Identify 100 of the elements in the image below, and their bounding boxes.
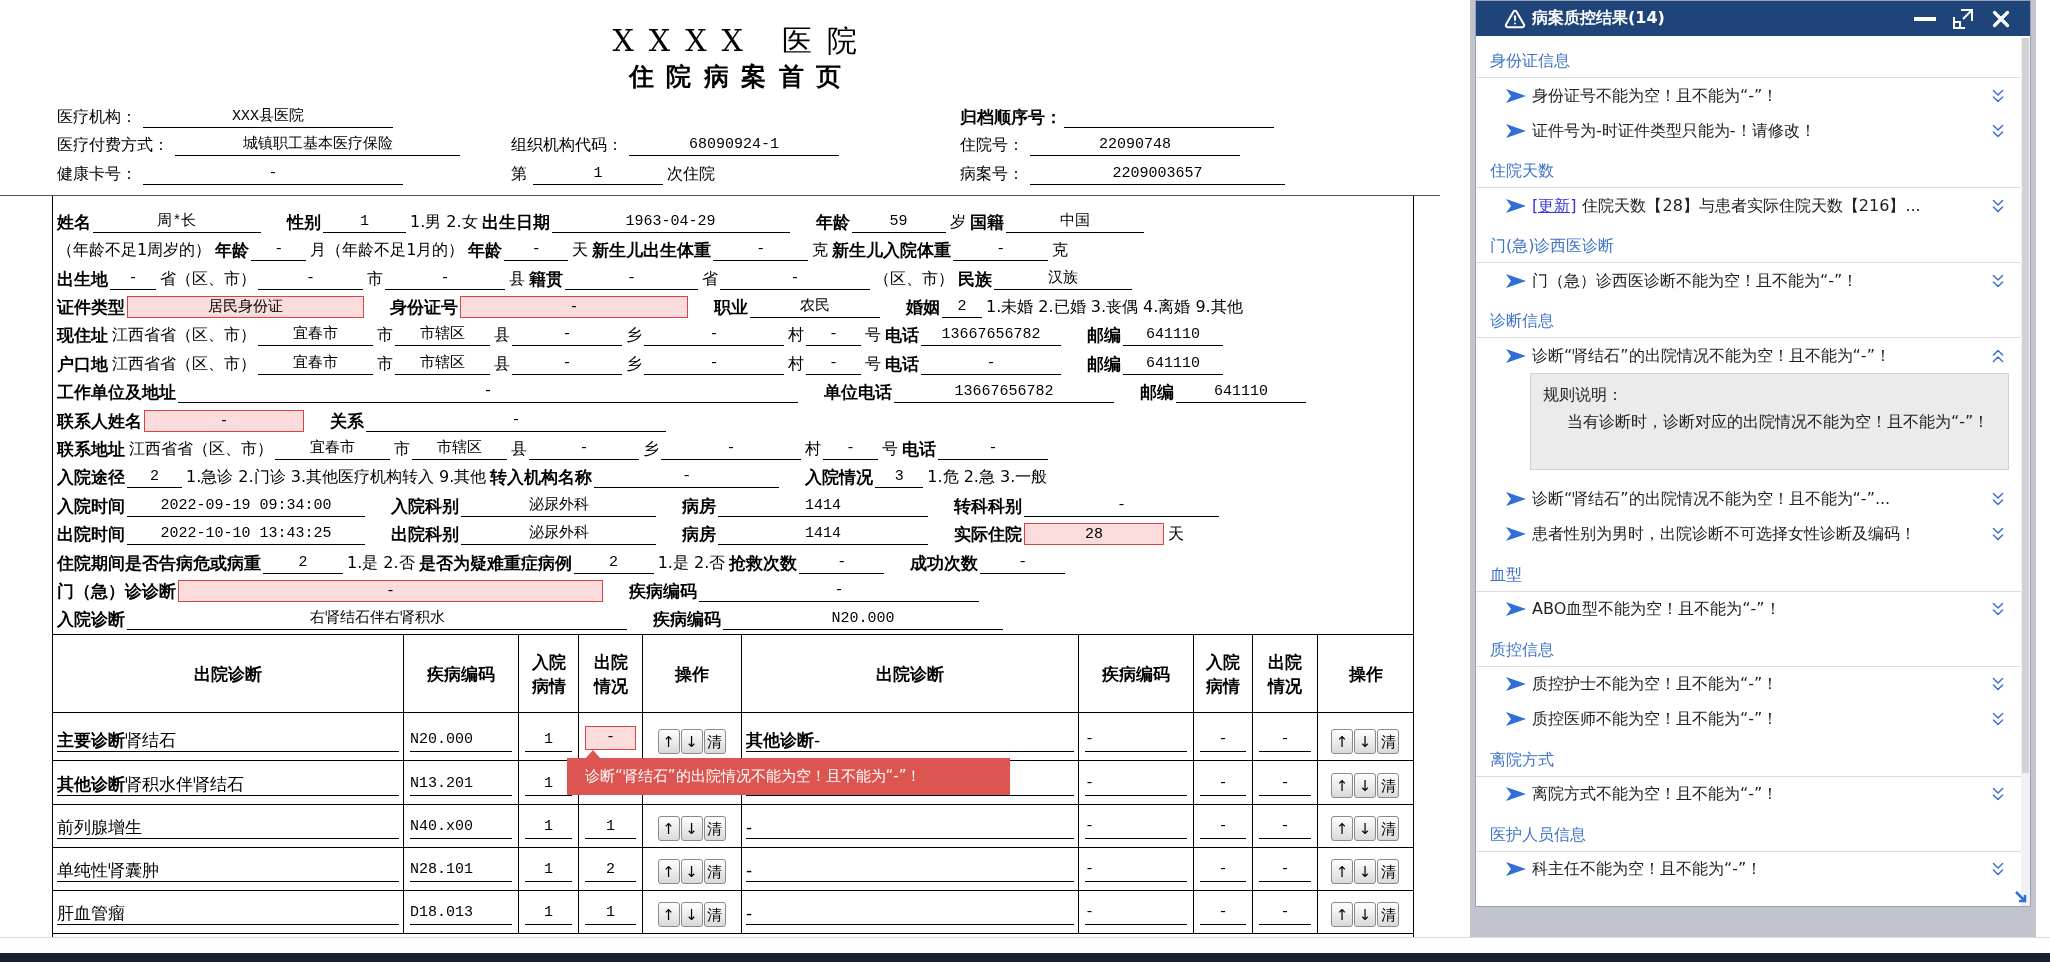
admission-value[interactable]: 1	[525, 859, 572, 883]
qc-message[interactable]: 离院方式不能为空！且不能为“-”！	[1532, 780, 1979, 808]
form-field[interactable]: 2	[263, 551, 343, 574]
admission-value[interactable]: 1	[525, 902, 572, 926]
discharge-value[interactable]: -	[1259, 859, 1311, 883]
row-action-button[interactable]: 清	[1377, 816, 1399, 842]
qc-message[interactable]: 科主任不能为空！且不能为“-”！	[1532, 855, 1979, 883]
row-action-button[interactable]: 清	[703, 729, 726, 755]
form-field[interactable]: 宜春市	[275, 438, 390, 460]
code-value[interactable]: D18.013	[410, 902, 512, 926]
form-field[interactable]: XXX县医院	[143, 105, 393, 128]
scrollbar-thumb[interactable]	[2022, 38, 2029, 773]
code-value[interactable]: N40.x00	[410, 816, 512, 840]
form-field[interactable]: 宜春市	[258, 324, 373, 347]
form-field[interactable]: 居民身份证	[127, 296, 364, 319]
form-field[interactable]: 2209003657	[1030, 162, 1285, 185]
row-action-button[interactable]: 清	[703, 816, 726, 842]
admission-value[interactable]: -	[1200, 902, 1246, 926]
row-action-button[interactable]: ↑	[657, 729, 680, 755]
discharge-value[interactable]: -	[1259, 773, 1311, 797]
code-value[interactable]: -	[1085, 773, 1187, 797]
row-action-button[interactable]: 清	[703, 859, 726, 885]
code-value[interactable]: -	[1085, 729, 1187, 753]
row-action-button[interactable]: ↓	[1354, 859, 1376, 885]
form-field[interactable]: -	[110, 267, 156, 290]
row-action-button[interactable]: 清	[1377, 773, 1399, 799]
row-action-button[interactable]: 清	[703, 902, 726, 928]
code-value[interactable]: N13.201	[410, 773, 512, 797]
form-field[interactable]: 3	[875, 466, 924, 489]
form-field[interactable]: -	[921, 352, 1061, 375]
qc-message[interactable]: ABO血型不能为空！且不能为“-”！	[1532, 595, 1979, 623]
form-field[interactable]: 2	[127, 466, 182, 489]
diagnosis-value[interactable]: 其他诊断肾积水伴肾结石	[57, 773, 399, 797]
admission-value[interactable]: -	[1200, 816, 1246, 840]
discharge-value[interactable]: -	[585, 726, 636, 751]
update-link[interactable]: [更新]	[1532, 195, 1577, 215]
form-field[interactable]: 641110	[1123, 324, 1223, 347]
form-field[interactable]: -	[644, 352, 784, 375]
diagnosis-value[interactable]: -	[746, 902, 1074, 926]
form-field[interactable]: 泌尿外科	[461, 523, 656, 546]
form-field[interactable]: -	[366, 409, 666, 432]
diagnosis-value[interactable]: -	[746, 816, 1074, 840]
form-field[interactable]: -	[178, 381, 798, 404]
form-field[interactable]: -	[565, 267, 698, 290]
form-field[interactable]: -	[1024, 494, 1219, 517]
form-field[interactable]: 28	[1024, 523, 1164, 546]
form-field[interactable]: -	[460, 296, 688, 319]
row-action-button[interactable]: ↑	[1331, 773, 1353, 799]
admission-value[interactable]: -	[1200, 729, 1246, 753]
discharge-value[interactable]: -	[1259, 902, 1311, 926]
diagnosis-value[interactable]: 肝血管瘤	[57, 902, 399, 926]
row-action-button[interactable]: ↑	[1331, 902, 1353, 928]
qc-message[interactable]: 诊断“肾结石”的出院情况不能为空！且不能为“-”...	[1532, 485, 1979, 513]
form-field[interactable]: 1414	[718, 494, 928, 517]
form-field[interactable]: 1	[533, 162, 663, 185]
code-value[interactable]: N20.000	[410, 729, 512, 753]
code-value[interactable]: N28.101	[410, 859, 512, 883]
form-field[interactable]: 2022-09-19 09:34:00	[127, 494, 365, 517]
form-field[interactable]: 68090924-1	[629, 134, 839, 156]
form-field[interactable]: 泌尿外科	[461, 494, 656, 517]
form-field[interactable]: -	[938, 438, 1048, 460]
form-field[interactable]: -	[806, 352, 861, 375]
code-value[interactable]: -	[1085, 902, 1187, 926]
row-action-button[interactable]: ↓	[680, 902, 703, 928]
form-field[interactable]: 1963-04-29	[551, 210, 790, 233]
form-field[interactable]: -	[251, 239, 307, 262]
qc-message[interactable]: 身份证号不能为空！且不能为“-”！	[1532, 81, 1979, 110]
diagnosis-value[interactable]: 主要诊断肾结石	[57, 729, 399, 753]
discharge-value[interactable]: -	[1259, 816, 1311, 840]
row-action-button[interactable]: ↓	[680, 859, 703, 885]
row-action-button[interactable]: 清	[1377, 859, 1399, 885]
discharge-value[interactable]: -	[1259, 729, 1311, 753]
row-action-button[interactable]: ↓	[1354, 902, 1376, 928]
admission-value[interactable]: -	[1200, 773, 1246, 797]
form-field[interactable]: -	[713, 239, 809, 262]
form-field[interactable]: 右肾结石伴右肾积水	[127, 608, 627, 631]
qc-message[interactable]: 诊断“肾结石”的出院情况不能为空！且不能为“-”！	[1532, 341, 1904, 370]
form-field[interactable]: 59	[851, 210, 946, 233]
form-field[interactable]: -	[720, 267, 870, 290]
row-action-button[interactable]: ↑	[657, 902, 680, 928]
row-action-button[interactable]: ↑	[1331, 816, 1353, 842]
form-field[interactable]: 城镇职工基本医疗保险	[175, 134, 460, 156]
row-action-button[interactable]: ↑	[657, 816, 680, 842]
admission-value[interactable]: 1	[525, 816, 572, 840]
form-field[interactable]: 周*长	[93, 210, 261, 233]
form-field[interactable]: -	[644, 324, 784, 347]
form-field[interactable]: 641110	[1123, 352, 1223, 375]
form-field[interactable]: -	[980, 551, 1066, 574]
resize-icon[interactable]	[2014, 890, 2028, 904]
form-field[interactable]: -	[799, 551, 885, 574]
diagnosis-value[interactable]: 其他诊断-	[746, 729, 1074, 753]
diagnosis-value[interactable]: 前列腺增生	[57, 816, 399, 840]
form-field[interactable]: -	[512, 352, 622, 375]
form-field[interactable]: -	[529, 438, 639, 460]
form-field[interactable]: -	[385, 267, 505, 290]
form-field[interactable]: 市辖区	[395, 352, 490, 375]
form-field[interactable]: 宜春市	[258, 352, 373, 375]
qc-message[interactable]: 门（急）诊西医诊断不能为空！且不能为“-”！	[1532, 266, 1979, 295]
discharge-value[interactable]: 1	[585, 902, 636, 926]
form-field[interactable]: -	[953, 239, 1049, 262]
